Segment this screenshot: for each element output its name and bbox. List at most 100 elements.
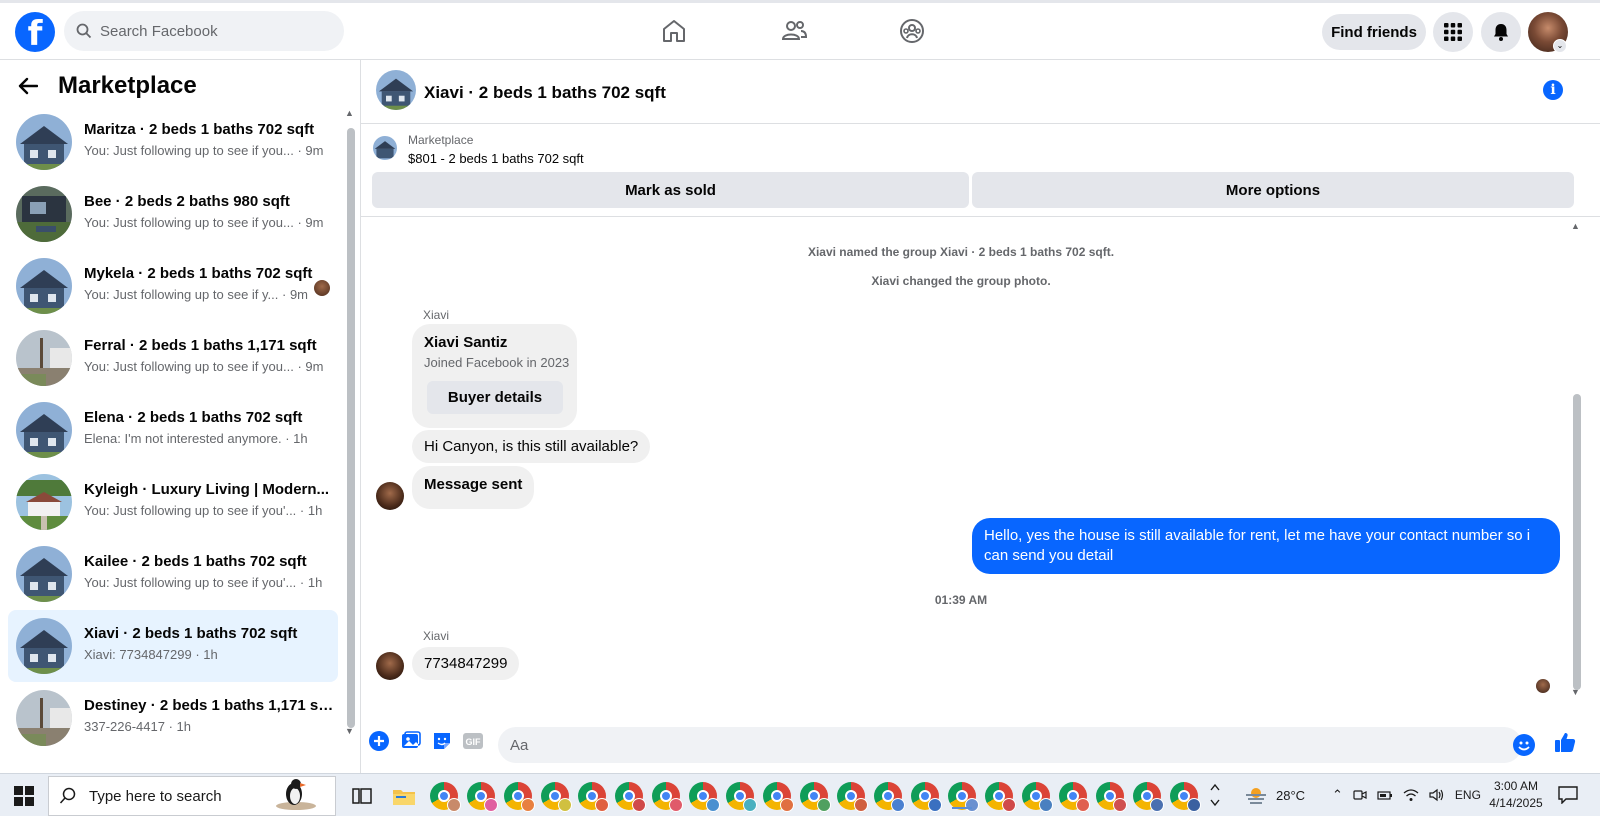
chrome-icon[interactable] — [874, 782, 905, 812]
battery-icon[interactable] — [1377, 789, 1393, 801]
friends-icon[interactable] — [780, 17, 808, 45]
chrome-icon-active[interactable] — [948, 782, 979, 812]
conversation-item[interactable]: Elena · 2 beds 1 baths 702 sqft Elena: I… — [8, 394, 338, 466]
incoming-message[interactable]: 7734847299 — [412, 647, 520, 680]
buyer-details-button[interactable]: Buyer details — [427, 381, 563, 414]
chrome-icon[interactable] — [1022, 782, 1053, 812]
conversation-item-active[interactable]: Xiavi · 2 beds 1 baths 702 sqft Xiavi: 7… — [8, 610, 338, 682]
sidebar-scrollbar[interactable] — [347, 128, 355, 728]
listing-thumbnail — [16, 474, 72, 530]
groups-icon[interactable] — [898, 17, 926, 45]
sticker-icon[interactable] — [432, 731, 452, 751]
meet-now-icon[interactable] — [1353, 788, 1367, 802]
incoming-message[interactable]: Message sent — [412, 466, 535, 509]
listing-thumbnail — [16, 186, 72, 242]
chrome-icon[interactable] — [1096, 782, 1127, 812]
message-thread: Xiavi named the group Xiavi · 2 beds 1 b… — [361, 217, 1600, 773]
chat-scrollbar[interactable] — [1573, 394, 1581, 690]
message-composer: GIF — [361, 715, 1600, 773]
mark-as-sold-button[interactable]: Mark as sold — [372, 172, 969, 208]
chrome-icon[interactable] — [1133, 782, 1164, 812]
outgoing-message[interactable]: Hello, yes the house is still available … — [972, 518, 1560, 574]
chat-title[interactable]: Xiavi · 2 beds 1 baths 702 sqft — [424, 83, 666, 103]
menu-button[interactable] — [1433, 12, 1473, 52]
chat-thumbnail[interactable] — [376, 70, 416, 110]
listing-thumbnail — [16, 402, 72, 458]
listing-thumbnail[interactable] — [373, 136, 397, 160]
listing-thumbnail — [16, 690, 72, 746]
scroll-up-arrow-icon[interactable]: ▲ — [1571, 221, 1580, 231]
taskbar-clock[interactable]: 3:00 AM 4/14/2025 — [1486, 778, 1546, 812]
conversation-item[interactable]: Destiney · 2 beds 1 baths 1,171 sqft 337… — [8, 682, 338, 754]
chevron-down-icon[interactable]: ⌄ — [1553, 39, 1567, 53]
conversation-item[interactable]: Kyleigh · Luxury Living | Modern... You:… — [8, 466, 338, 538]
chrome-icon[interactable] — [578, 782, 609, 812]
conversation-name: Ferral · 2 beds 1 baths 1,171 sqft — [84, 337, 317, 354]
sender-avatar[interactable] — [376, 652, 404, 680]
home-icon[interactable] — [660, 17, 688, 45]
conversation-name: Xiavi · 2 beds 1 baths 702 sqft — [84, 625, 298, 642]
buyer-name[interactable]: Xiavi Santiz — [424, 334, 507, 351]
chrome-icon[interactable] — [541, 782, 572, 812]
page-title: Marketplace — [58, 72, 197, 99]
wifi-icon[interactable] — [1403, 788, 1419, 802]
scroll-up-arrow-icon[interactable]: ▲ — [345, 108, 354, 118]
windows-start-icon[interactable] — [14, 786, 34, 806]
info-icon[interactable]: i — [1543, 80, 1563, 100]
incoming-message[interactable]: Hi Canyon, is this still available? — [412, 430, 651, 463]
chrome-icon[interactable] — [652, 782, 683, 812]
notifications-button[interactable] — [1481, 12, 1521, 52]
apps-grid-icon — [1444, 23, 1462, 41]
conversation-item[interactable]: Bee · 2 beds 2 baths 980 sqft You: Just … — [8, 178, 338, 250]
chrome-icon[interactable] — [837, 782, 868, 812]
chrome-icon[interactable] — [467, 782, 498, 812]
back-arrow-icon[interactable] — [18, 77, 38, 95]
read-receipt-avatar — [1536, 679, 1550, 693]
photo-icon[interactable] — [401, 731, 421, 751]
chrome-icon[interactable] — [430, 782, 461, 812]
clock-time: 3:00 AM — [1493, 779, 1539, 793]
chrome-icon[interactable] — [689, 782, 720, 812]
gif-icon[interactable]: GIF — [463, 731, 483, 751]
chrome-icon[interactable] — [985, 782, 1016, 812]
conversation-name: Elena · 2 beds 1 baths 702 sqft — [84, 409, 303, 426]
chrome-icon[interactable] — [800, 782, 831, 812]
chrome-icon[interactable] — [911, 782, 942, 812]
facebook-logo-icon[interactable]: f — [15, 12, 55, 52]
like-thumbs-up-icon[interactable] — [1553, 730, 1577, 754]
chrome-icon[interactable] — [726, 782, 757, 812]
speaker-icon[interactable] — [1429, 788, 1445, 802]
tray-chevron-up-icon[interactable]: ⌃ — [1332, 787, 1343, 803]
language-indicator[interactable]: ENG — [1455, 788, 1481, 802]
weather-widget[interactable]: 28°C — [1244, 786, 1305, 804]
facebook-search-box[interactable] — [64, 11, 344, 51]
more-options-button[interactable]: More options — [972, 172, 1574, 208]
conversation-item[interactable]: Ferral · 2 beds 1 baths 1,171 sqft You: … — [8, 322, 338, 394]
scroll-down-arrow-icon[interactable]: ▼ — [345, 726, 354, 736]
emoji-icon[interactable] — [1513, 734, 1535, 756]
timestamp-separator: 01:39 AM — [934, 593, 988, 607]
conversation-preview: You: Just following up to see if you'...… — [84, 503, 323, 518]
search-icon — [76, 23, 92, 39]
file-explorer-icon[interactable] — [390, 782, 418, 810]
find-friends-button[interactable]: Find friends — [1322, 14, 1426, 50]
message-input[interactable] — [498, 727, 1522, 763]
chrome-icon[interactable] — [763, 782, 794, 812]
conversation-name: Kyleigh · Luxury Living | Modern... — [84, 481, 330, 498]
conversation-item[interactable]: Kailee · 2 beds 1 baths 702 sqft You: Ju… — [8, 538, 338, 610]
taskbar-overflow-chevrons-icon[interactable] — [1208, 778, 1222, 812]
plus-circle-icon[interactable] — [369, 731, 389, 751]
task-view-icon[interactable] — [348, 782, 376, 810]
listing-price[interactable]: $801 - 2 beds 1 baths 702 sqft — [408, 151, 584, 166]
chrome-icon[interactable] — [615, 782, 646, 812]
chrome-icon[interactable] — [504, 782, 535, 812]
facebook-search-input[interactable] — [100, 22, 320, 40]
notification-center-icon[interactable] — [1558, 786, 1578, 804]
chrome-icon[interactable] — [1170, 782, 1201, 812]
chrome-icon[interactable] — [1059, 782, 1090, 812]
system-tray: ⌃ ENG — [1332, 787, 1481, 803]
sender-avatar[interactable] — [376, 482, 404, 510]
conversation-name: Maritza · 2 beds 1 baths 702 sqft — [84, 121, 315, 138]
conversation-item[interactable]: Maritza · 2 beds 1 baths 702 sqft You: J… — [8, 106, 338, 178]
conversation-item[interactable]: Mykela · 2 beds 1 baths 702 sqft You: Ju… — [8, 250, 338, 322]
